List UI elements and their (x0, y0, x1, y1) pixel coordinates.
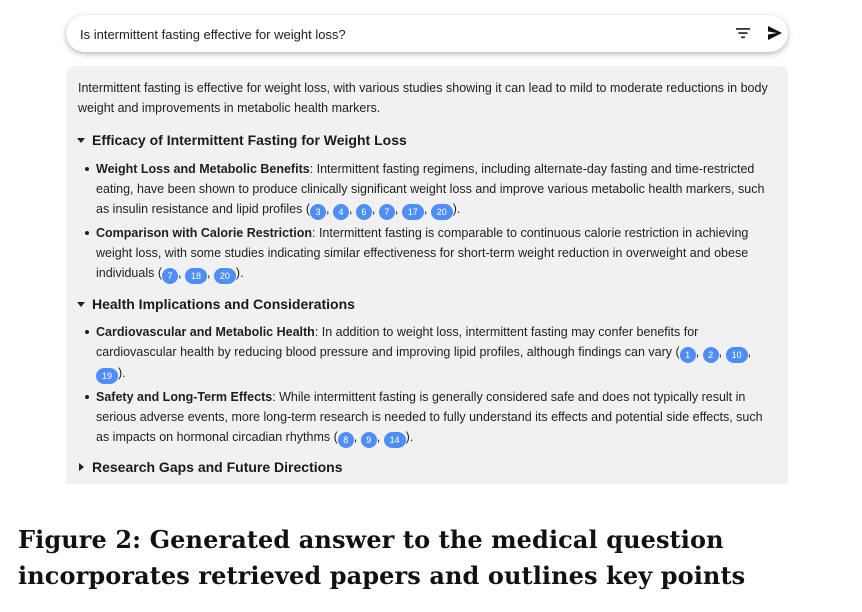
section-title: Efficacy of Intermittent Fasting for Wei… (92, 132, 407, 148)
figure-caption: Figure 2: Generated answer to the medica… (18, 525, 746, 590)
citation-badge[interactable]: 20 (430, 204, 453, 220)
citation-badge[interactable]: 2 (702, 347, 719, 363)
item-label: Weight Loss and Metabolic Benefits (96, 162, 310, 176)
list-item: Weight Loss and Metabolic Benefits: Inte… (76, 159, 776, 220)
citation-badge[interactable]: 1 (679, 347, 696, 363)
citation-badge[interactable]: 4 (332, 204, 349, 220)
item-label: Cardiovascular and Metabolic Health (96, 325, 315, 339)
section-title: Health Implications and Considerations (92, 296, 355, 312)
bullet-list-health: Cardiovascular and Metabolic Health: In … (76, 322, 776, 451)
bullet-dot (85, 231, 89, 235)
item-end: ). (405, 430, 414, 444)
item-end: ). (235, 266, 244, 280)
list-item: Cardiovascular and Metabolic Health: In … (76, 322, 776, 384)
bullet-dot (85, 167, 89, 171)
section-title: Research Gaps and Future Directions (92, 459, 343, 475)
section-header-efficacy[interactable]: Efficacy of Intermittent Fasting for Wei… (76, 130, 407, 150)
citation-badge[interactable]: 3 (310, 204, 326, 220)
citation-badge[interactable]: 6 (355, 204, 372, 220)
answer-panel: Intermittent fasting is effective for we… (66, 66, 788, 484)
answer-intro: Intermittent fasting is effective for we… (78, 81, 768, 115)
item-label: Safety and Long-Term Effects (96, 390, 273, 404)
section-header-research-gaps[interactable]: Research Gaps and Future Directions (76, 457, 343, 477)
item-end: ). (118, 366, 126, 380)
send-icon[interactable] (766, 24, 784, 42)
bullet-dot (85, 395, 89, 399)
citation-badge[interactable]: 18 (184, 268, 207, 284)
list-item: Safety and Long-Term Effects: While inte… (76, 387, 776, 448)
citation-badge[interactable]: 10 (725, 347, 748, 363)
citation-badge[interactable]: 19 (96, 368, 118, 384)
item-end: ). (452, 202, 461, 216)
item-label: Comparison with Calorie Restriction (96, 226, 313, 240)
caret-down-icon (77, 138, 85, 143)
citation-badge[interactable]: 14 (383, 432, 406, 448)
caret-down-icon (77, 302, 85, 307)
bullet-list-efficacy: Weight Loss and Metabolic Benefits: Inte… (76, 159, 776, 287)
citation-badge[interactable]: 20 (213, 268, 236, 284)
bullet-dot (85, 330, 89, 334)
caret-right-icon (79, 463, 84, 471)
citation-badge[interactable]: 7 (162, 268, 179, 284)
citation-badge[interactable]: 17 (401, 204, 424, 220)
search-bar (66, 15, 788, 52)
search-input[interactable] (80, 24, 680, 44)
citation-badge[interactable]: 7 (378, 204, 395, 220)
citation-badge[interactable]: 9 (360, 432, 377, 448)
citation-badge[interactable]: 8 (337, 432, 354, 448)
list-item: Comparison with Calorie Restriction: Int… (76, 223, 776, 284)
filter-icon[interactable] (735, 26, 751, 40)
section-header-health[interactable]: Health Implications and Considerations (76, 294, 355, 314)
